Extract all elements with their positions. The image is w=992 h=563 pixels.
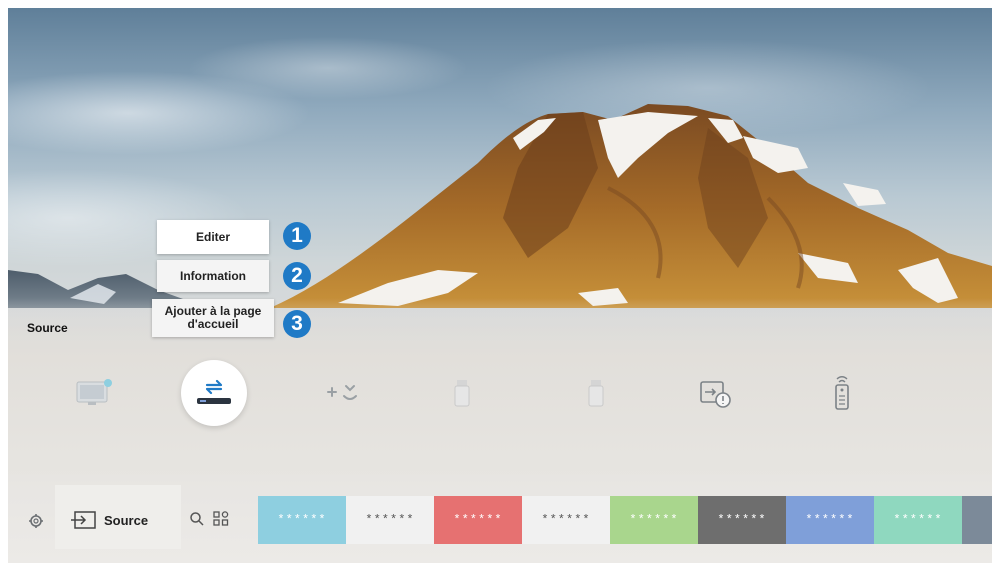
source-tile-usb-2[interactable] <box>568 365 624 421</box>
search-button[interactable] <box>189 511 205 527</box>
source-tile-usb-1[interactable] <box>434 365 490 421</box>
source-tile-connection-guide[interactable] <box>687 365 743 421</box>
source-button-label: Source <box>104 512 149 528</box>
source-tile-bluray[interactable] <box>181 360 247 426</box>
usb-device-icon <box>454 380 470 407</box>
app-tile[interactable]: ****** <box>698 496 786 544</box>
tv-icon <box>76 379 112 405</box>
source-tile-remote[interactable] <box>814 365 870 421</box>
app-tile[interactable]: ****** <box>786 496 874 544</box>
smart-hub-bar: Source ****** ****** ****** ****** ****** ***… <box>8 475 992 563</box>
app-tile[interactable]: ****** <box>522 496 610 544</box>
apps-button[interactable] <box>213 511 229 527</box>
app-tile[interactable]: ****** <box>434 496 522 544</box>
context-menu-add-to-home[interactable]: Ajouter à la page d'accueil <box>152 299 274 337</box>
context-menu-add-to-home-label: Ajouter à la page d'accueil <box>164 304 262 331</box>
source-tile-tv[interactable] <box>65 365 121 421</box>
search-icon <box>190 512 204 526</box>
app-tile[interactable]: ****** <box>874 496 962 544</box>
callout-badge-3: 3 <box>283 310 311 338</box>
source-panel-title: Source <box>27 321 68 335</box>
game-console-icon <box>327 385 357 400</box>
settings-button[interactable] <box>28 513 44 529</box>
source-tile-game[interactable] <box>314 365 370 421</box>
source-button[interactable]: Source <box>70 510 148 530</box>
bluray-player-icon <box>197 379 231 404</box>
context-menu-information[interactable]: Information <box>157 260 269 292</box>
source-input-icon <box>71 511 96 529</box>
app-tile[interactable]: ****** <box>258 496 346 544</box>
apps-grid-icon <box>213 511 229 526</box>
connection-guide-icon <box>700 381 731 408</box>
context-menu-edit[interactable]: Editer <box>157 220 269 254</box>
context-menu-edit-label: Editer <box>195 229 230 244</box>
remote-icon <box>835 376 849 410</box>
app-tile[interactable]: ****** <box>610 496 698 544</box>
callout-badge-1: 1 <box>283 222 311 250</box>
app-tile[interactable]: ** <box>962 496 992 544</box>
tv-screen: Editer 1 Information 2 Ajouter à la page… <box>8 8 992 563</box>
gear-icon <box>29 514 43 528</box>
app-tile[interactable]: ****** <box>346 496 434 544</box>
callout-badge-2: 2 <box>283 262 311 290</box>
context-menu-information-label: Information <box>180 268 246 283</box>
usb-device-icon <box>588 380 604 407</box>
